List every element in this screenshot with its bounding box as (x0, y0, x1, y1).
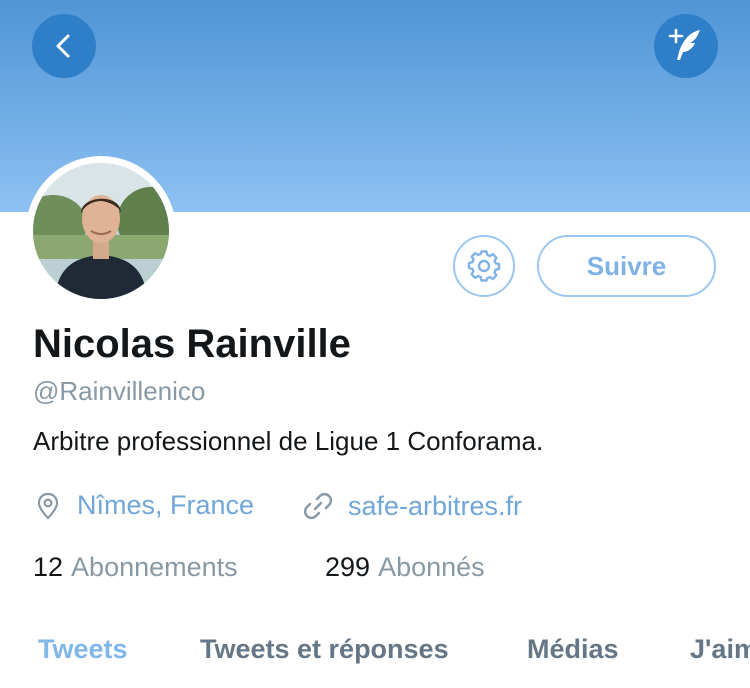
location-pin-icon (37, 492, 59, 520)
location-text: Nîmes, France (77, 490, 255, 520)
back-button[interactable] (32, 14, 96, 78)
settings-button[interactable] (453, 235, 515, 297)
tab-likes[interactable]: J'aime (690, 634, 750, 665)
link-icon (303, 492, 333, 520)
profile-name: Nicolas Rainville (33, 322, 351, 366)
gear-icon (467, 250, 501, 282)
follow-button[interactable]: Suivre (537, 235, 716, 297)
following-stat[interactable]: 12 Abonnements (33, 552, 238, 583)
following-count: 12 (33, 552, 64, 582)
following-label: Abonnements (71, 552, 238, 582)
profile-location: Nîmes, France (33, 490, 254, 521)
compose-tweet-button[interactable] (654, 14, 718, 78)
website-link[interactable]: safe-arbitres.fr (348, 491, 522, 522)
profile-handle: @Rainvillenico (33, 376, 206, 406)
followers-stat[interactable]: 299 Abonnés (325, 552, 485, 583)
tab-tweets[interactable]: Tweets (38, 634, 128, 665)
followers-label: Abonnés (378, 552, 485, 582)
profile-website[interactable]: safe-arbitres.fr (302, 490, 522, 522)
compose-tweet-icon (668, 28, 700, 60)
avatar[interactable] (33, 163, 169, 299)
avatar-photo (33, 163, 169, 299)
followers-count: 299 (325, 552, 371, 582)
profile-bio: Arbitre professionnel de Ligue 1 Confora… (33, 426, 544, 456)
tab-media[interactable]: Médias (527, 634, 619, 665)
avatar-frame (26, 156, 176, 306)
chevron-left-icon (56, 34, 70, 58)
tab-tweets-and-replies[interactable]: Tweets et réponses (200, 634, 449, 665)
